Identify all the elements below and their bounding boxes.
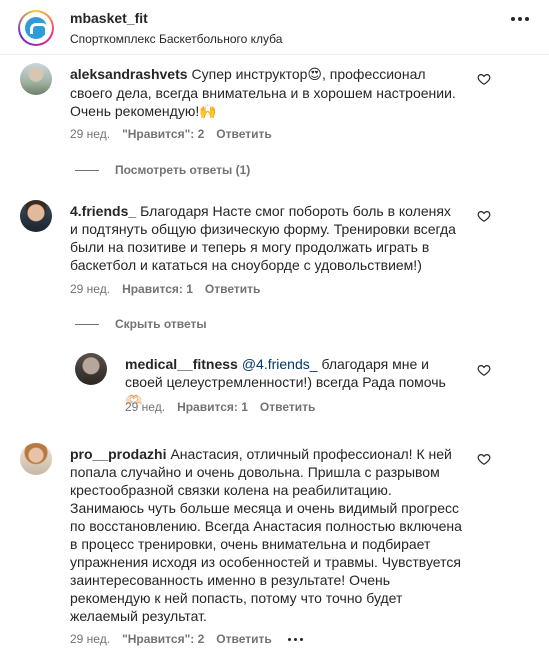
heart-eyes-emoji: 😍 bbox=[307, 67, 322, 83]
avatar[interactable] bbox=[20, 200, 52, 232]
like-heart-icon[interactable] bbox=[477, 209, 491, 223]
like-heart-icon[interactable] bbox=[477, 363, 491, 377]
reply-username[interactable]: medical__fitness bbox=[125, 356, 238, 372]
reply-button[interactable]: Ответить bbox=[216, 127, 271, 141]
thread-line bbox=[75, 169, 99, 171]
header-location[interactable]: Спорткомплекс Баскетбольного клуба bbox=[70, 32, 282, 46]
comment-options-icon[interactable] bbox=[287, 637, 303, 641]
reply-time[interactable]: 29 нед. bbox=[125, 400, 165, 414]
likes-count[interactable]: Нравится: 1 bbox=[177, 400, 248, 414]
avatar[interactable] bbox=[20, 63, 52, 95]
reply-button[interactable]: Ответить bbox=[216, 632, 271, 646]
comment-body: 4.friends_ Благодаря Насте смог побороть … bbox=[70, 202, 462, 274]
comment-time[interactable]: 29 нед. bbox=[70, 127, 110, 141]
comment-text: Супер инструктор bbox=[191, 66, 308, 82]
likes-count[interactable]: Нравится: 1 bbox=[122, 282, 193, 296]
like-heart-icon[interactable] bbox=[477, 452, 491, 466]
more-options-icon[interactable] bbox=[511, 17, 529, 21]
comment-meta: 29 нед. "Нравится": 2 Ответить bbox=[70, 632, 303, 646]
comment-username[interactable]: 4.friends_ bbox=[70, 203, 136, 219]
reply-button[interactable]: Ответить bbox=[205, 282, 260, 296]
post-header: mbasket_fit Спорткомплекс Баскетбольного… bbox=[0, 0, 549, 55]
brand-logo-icon bbox=[25, 17, 48, 39]
view-replies-toggle[interactable]: Посмотреть ответы (1) bbox=[75, 163, 250, 177]
reply-button[interactable]: Ответить bbox=[260, 400, 315, 414]
account-avatar[interactable] bbox=[18, 10, 54, 46]
reply-meta: 29 нед. Нравится: 1 Ответить bbox=[125, 400, 315, 414]
comment-time[interactable]: 29 нед. bbox=[70, 632, 110, 646]
likes-count[interactable]: "Нравится": 2 bbox=[122, 632, 204, 646]
comment-meta: 29 нед. "Нравится": 2 Ответить bbox=[70, 127, 272, 141]
thread-line bbox=[75, 323, 99, 325]
comment-username[interactable]: pro__prodazhi bbox=[70, 446, 166, 462]
view-replies-label: Посмотреть ответы (1) bbox=[115, 163, 251, 177]
comment-time[interactable]: 29 нед. bbox=[70, 282, 110, 296]
comment-username[interactable]: aleksandrashvets bbox=[70, 66, 188, 82]
comment-body: aleksandrashvets Супер инструктор😍, профе… bbox=[70, 65, 462, 121]
header-username[interactable]: mbasket_fit bbox=[70, 10, 148, 26]
avatar[interactable] bbox=[75, 353, 107, 385]
comment-text: Анастасия, отличный профессионал! К ней … bbox=[70, 446, 462, 624]
comment-body: pro__prodazhi Анастасия, отличный професс… bbox=[70, 445, 465, 625]
comment-meta: 29 нед. Нравится: 1 Ответить bbox=[70, 282, 260, 296]
mention-link[interactable]: @4.friends_ bbox=[242, 356, 318, 372]
likes-count[interactable]: "Нравится": 2 bbox=[122, 127, 204, 141]
logo-inner bbox=[20, 12, 52, 44]
avatar[interactable] bbox=[20, 443, 52, 475]
hide-replies-toggle[interactable]: Скрыть ответы bbox=[75, 317, 207, 331]
raised-hands-emoji: 🙌 bbox=[199, 104, 217, 120]
like-heart-icon[interactable] bbox=[477, 72, 491, 86]
hide-replies-label: Скрыть ответы bbox=[115, 317, 207, 331]
